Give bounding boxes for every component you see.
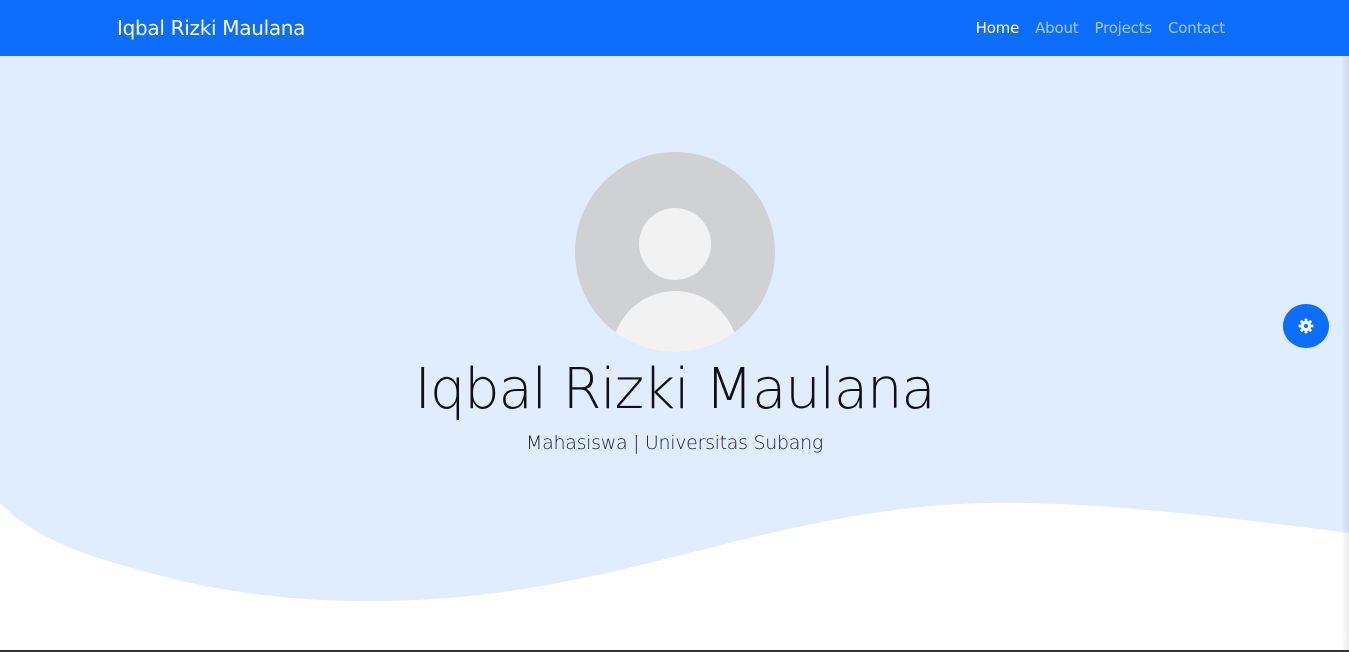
nav-item-projects: Projects xyxy=(1094,18,1152,38)
page-edge-shadow xyxy=(1341,56,1349,652)
nav-link-about[interactable]: About xyxy=(1035,19,1079,37)
nav-item-contact: Contact xyxy=(1168,18,1225,38)
nav-link-contact[interactable]: Contact xyxy=(1168,19,1225,37)
hero-section: Iqbal Rizki Maulana Mahasiswa | Universi… xyxy=(0,56,1349,652)
hero-wave-background xyxy=(0,56,1349,602)
user-placeholder-icon xyxy=(611,208,739,352)
gear-icon xyxy=(1298,318,1314,334)
nav-item-home: Home xyxy=(976,18,1020,38)
navbar-brand[interactable]: Iqbal Rizki Maulana xyxy=(117,16,305,40)
nav-item-about: About xyxy=(1035,18,1079,38)
nav-link-home[interactable]: Home xyxy=(976,19,1020,37)
profile-avatar xyxy=(575,152,775,352)
nav-link-projects[interactable]: Projects xyxy=(1094,19,1152,37)
nav-links: Home About Projects Contact xyxy=(976,18,1226,38)
hero-title: Iqbal Rizki Maulana xyxy=(414,357,936,422)
hero-subtitle: Mahasiswa | Universitas Subang xyxy=(526,432,823,454)
settings-button[interactable] xyxy=(1283,304,1329,348)
navbar: Iqbal Rizki Maulana Home About Projects … xyxy=(0,0,1349,56)
